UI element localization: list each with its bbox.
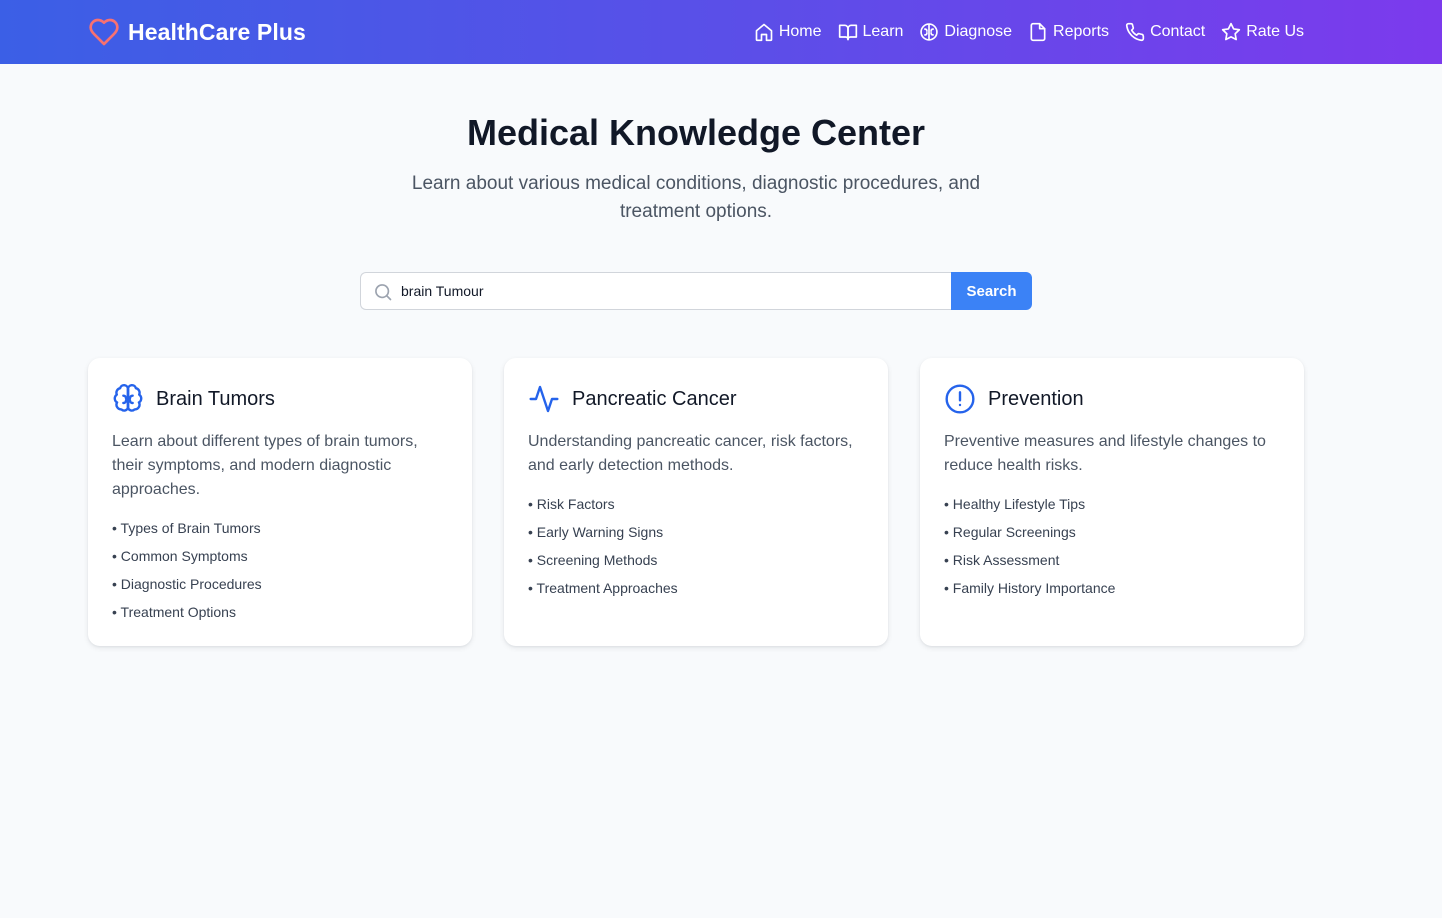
card-topic-list: Risk Factors Early Warning Signs Screeni… [528, 494, 864, 598]
list-item[interactable]: Types of Brain Tumors [112, 518, 448, 538]
nav-item-label: Home [778, 23, 822, 40]
home-icon [755, 23, 773, 42]
card-pancreatic-cancer[interactable]: Pancreatic Cancer Understanding pancreat… [504, 358, 888, 646]
alert-circle-icon [944, 383, 976, 415]
list-item[interactable]: Regular Screenings [944, 522, 1280, 542]
nav-links: Home Learn Diagnose Reports Contact Rate… [754, 20, 1304, 44]
list-item[interactable]: Early Warning Signs [528, 522, 864, 542]
card-header: Brain Tumors [112, 382, 448, 416]
nav-item-label: Diagnose [944, 23, 1013, 40]
nav-item-reports[interactable]: Reports [1028, 22, 1109, 42]
nav-item-learn[interactable]: Learn [838, 22, 904, 42]
card-prevention[interactable]: Prevention Preventive measures and lifes… [920, 358, 1304, 646]
page-subtitle: Learn about various medical conditions, … [411, 173, 981, 222]
nav-item-home[interactable]: Home [754, 22, 822, 42]
page-title: Medical Knowledge Center [466, 112, 926, 153]
nav-item-diagnose[interactable]: Diagnose [919, 22, 1012, 42]
nav-item-rate-us[interactable]: Rate Us [1221, 22, 1304, 42]
card-brain-tumors[interactable]: Brain Tumors Learn about different types… [88, 358, 472, 646]
book-icon [838, 24, 857, 41]
nav-item-label: Contact [1150, 23, 1206, 40]
list-item[interactable]: Risk Assessment [944, 550, 1280, 570]
search-input[interactable] [401, 273, 947, 309]
card-header: Prevention [944, 382, 1280, 416]
card-title: Brain Tumors [156, 387, 275, 410]
list-item[interactable]: Treatment Options [112, 602, 448, 622]
list-item[interactable]: Common Symptoms [112, 546, 448, 566]
card-title: Pancreatic Cancer [572, 387, 737, 410]
list-item[interactable]: Treatment Approaches [528, 578, 864, 598]
card-title: Prevention [988, 387, 1084, 410]
brand[interactable]: HealthCare Plus [88, 16, 306, 48]
list-item[interactable]: Risk Factors [528, 494, 864, 514]
list-item[interactable]: Screening Methods [528, 550, 864, 570]
brain-icon [112, 383, 144, 415]
card-topic-list: Healthy Lifestyle Tips Regular Screening… [944, 494, 1280, 598]
brand-name: HealthCare Plus [128, 18, 306, 45]
star-icon [1222, 22, 1241, 41]
phone-icon [1125, 22, 1145, 42]
search-bar: Search [360, 272, 1032, 310]
top-navbar: HealthCare Plus Home Learn Diagnose Repo… [0, 0, 1442, 64]
nav-item-label: Learn [862, 23, 904, 40]
nav-item-label: Rate Us [1246, 23, 1304, 40]
list-item[interactable]: Family History Importance [944, 578, 1280, 598]
list-item[interactable]: Diagnostic Procedures [112, 574, 448, 594]
search-box[interactable] [360, 272, 951, 310]
search-icon [375, 284, 392, 301]
card-topic-list: Types of Brain Tumors Common Symptoms Di… [112, 518, 448, 622]
list-item[interactable]: Healthy Lifestyle Tips [944, 494, 1280, 514]
search-button[interactable]: Search [951, 272, 1032, 310]
heart-icon [88, 16, 120, 48]
card-header: Pancreatic Cancer [528, 382, 864, 416]
card-description: Learn about different types of brain tum… [112, 433, 418, 498]
file-icon [1030, 22, 1046, 42]
nav-item-label: Reports [1053, 23, 1110, 40]
activity-icon [528, 383, 560, 415]
card-description: Understanding pancreatic cancer, risk fa… [528, 433, 853, 474]
brain-icon [920, 23, 939, 41]
nav-item-contact[interactable]: Contact [1125, 22, 1205, 42]
card-description: Preventive measures and lifestyle change… [944, 433, 1266, 474]
